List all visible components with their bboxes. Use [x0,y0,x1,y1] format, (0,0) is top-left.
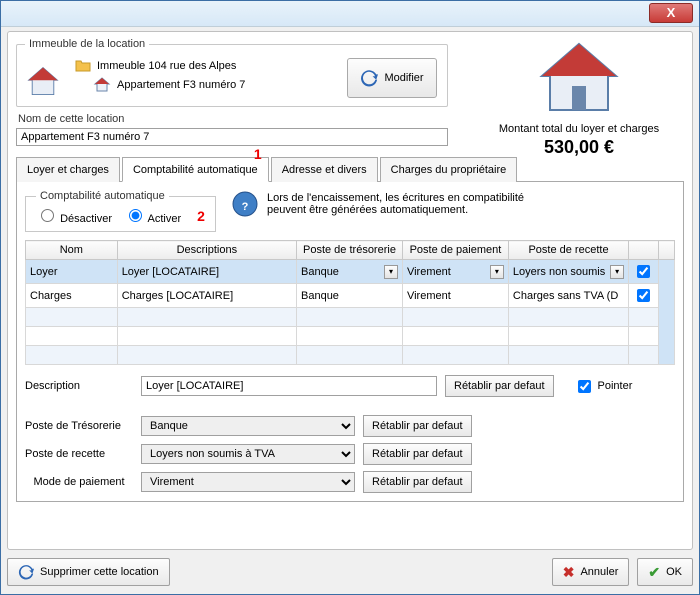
col-nom[interactable]: Nom [26,241,118,260]
table-row[interactable]: Charges Charges [LOCATAIRE] Banque Virem… [26,284,675,308]
dialog-body: Immeuble de la location Immeuble 104 rue… [7,31,693,550]
apartment-name: Appartement F3 numéro 7 [117,79,245,91]
tab-adresse[interactable]: Adresse et divers [271,157,378,182]
close-button[interactable]: X [649,3,693,23]
cell-desc[interactable]: Charges [LOCATAIRE] [117,284,296,308]
cell-tres[interactable]: Banque ▾ [297,260,403,284]
mode-label: Mode de paiement [25,476,133,488]
scroll-col [658,241,674,260]
refresh-icon [360,69,378,87]
cell-pai-value: Virement [407,266,451,278]
pointer-checkbox[interactable] [578,380,591,393]
recette-select[interactable]: Loyers non soumis à TVA [141,444,355,464]
col-tres[interactable]: Poste de trésorerie [297,241,403,260]
refresh-icon [18,564,34,580]
tab-comptabilite[interactable]: Comptabilité automatique 1 [122,157,269,182]
tabs: Loyer et charges Comptabilité automatiqu… [16,156,684,182]
cell-nom[interactable]: Charges [26,284,118,308]
delete-label: Supprimer cette location [40,566,159,578]
check-icon: ✔ [648,564,660,581]
modify-button[interactable]: Modifier [347,58,437,98]
small-house-icon [93,76,111,94]
help-text: Lors de l'encaissement, les écritures en… [267,192,549,216]
total-block: Montant total du loyer et charges 530,00… [474,38,684,158]
bottom-bar: Supprimer cette location ✖ Annuler ✔ OK [7,556,693,588]
help-row: ? Lors de l'encaissement, les écritures … [231,190,549,218]
cell-nom[interactable]: Loyer [26,260,118,284]
location-legend: Immeuble de la location [25,38,149,50]
reset-mode-button[interactable]: Rétablir par defaut [363,471,472,493]
auto-legend: Comptabilité automatique [36,190,169,202]
cell-pai[interactable]: Virement [402,284,508,308]
cell-rec[interactable]: Charges sans TVA (D [508,284,628,308]
radio-off-label: Désactiver [60,213,112,225]
folder-icon [75,58,91,74]
radio-off[interactable] [41,209,54,222]
x-icon: ✖ [563,564,575,581]
col-check [629,241,659,260]
building-name: Immeuble 104 rue des Alpes [97,60,236,72]
ok-label: OK [666,566,682,578]
scrollbar[interactable] [658,260,674,365]
cancel-label: Annuler [580,566,618,578]
modify-label: Modifier [384,72,423,84]
mode-select[interactable]: Virement [141,472,355,492]
tab-panel: Comptabilité automatique Désactiver Acti… [16,182,684,502]
house-icon [25,64,61,100]
radio-on[interactable] [129,209,142,222]
radio-on-wrap[interactable]: Activer [124,206,181,225]
help-icon[interactable]: ? [231,190,259,218]
tab-loyer[interactable]: Loyer et charges [16,157,120,182]
chevron-down-icon[interactable]: ▾ [490,265,504,279]
delete-location-button[interactable]: Supprimer cette location [7,558,170,586]
table-row [26,346,675,365]
description-label: Description [25,380,133,392]
col-rec[interactable]: Poste de recette [508,241,628,260]
ok-button[interactable]: ✔ OK [637,558,693,586]
total-label: Montant total du loyer et charges [474,123,684,135]
chevron-down-icon[interactable]: ▾ [610,265,624,279]
col-pai[interactable]: Poste de paiement [402,241,508,260]
col-desc[interactable]: Descriptions [117,241,296,260]
reset-tresorerie-button[interactable]: Rétablir par defaut [363,415,472,437]
row-check[interactable] [637,289,650,302]
location-name-input[interactable] [16,128,448,146]
table-row[interactable]: Loyer Loyer [LOCATAIRE] Banque ▾ Virement… [26,260,675,284]
tab-comptabilite-label: Comptabilité automatique [133,164,258,176]
chevron-down-icon[interactable]: ▾ [384,265,398,279]
reset-description-button[interactable]: Rétablir par defaut [445,375,554,397]
location-fieldset: Immeuble de la location Immeuble 104 rue… [16,38,448,107]
reset-recette-button[interactable]: Rétablir par defaut [363,443,472,465]
cell-tres-value: Banque [301,266,339,278]
titlebar: X [1,1,699,27]
radio-on-label: Activer [147,213,181,225]
description-input[interactable] [141,376,437,396]
table-row [26,308,675,327]
grid: Nom Descriptions Poste de trésorerie Pos… [25,240,675,365]
annotation-1: 1 [254,146,262,162]
svg-text:?: ? [242,201,249,213]
radio-off-wrap[interactable]: Désactiver [36,206,112,225]
cell-rec[interactable]: Loyers non soumis ▾ [508,260,628,284]
big-house-icon [534,38,624,118]
recette-label: Poste de recette [25,448,133,460]
auto-fieldset: Comptabilité automatique Désactiver Acti… [25,190,216,232]
pointer-label: Pointer [598,380,633,392]
row-check[interactable] [637,265,650,278]
cancel-button[interactable]: ✖ Annuler [552,558,630,586]
annotation-2: 2 [197,208,205,224]
cell-rec-value: Loyers non soumis [513,266,605,278]
tresorerie-label: Poste de Trésorerie [25,420,133,432]
table-row [26,327,675,346]
cell-pai[interactable]: Virement ▾ [402,260,508,284]
cell-tres[interactable]: Banque [297,284,403,308]
total-amount: 530,00 € [474,137,684,158]
cell-desc[interactable]: Loyer [LOCATAIRE] [117,260,296,284]
tresorerie-select[interactable]: Banque [141,416,355,436]
tab-charges[interactable]: Charges du propriétaire [380,157,518,182]
